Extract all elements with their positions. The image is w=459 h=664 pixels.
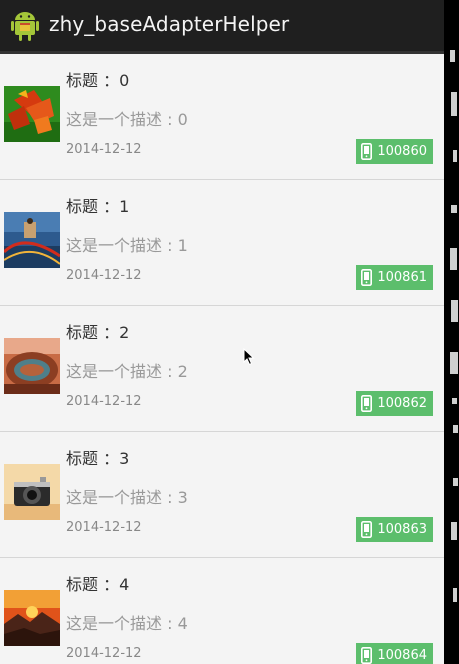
list-item[interactable]: 标题 ：1 这是一个描述 : 1 2014-12-12 100861: [0, 180, 444, 306]
thumbnail-image: [4, 590, 60, 646]
item-date: 2014-12-12: [66, 394, 142, 409]
item-description: 这是一个描述 : 0: [66, 110, 188, 129]
action-bar: zhy_baseAdapterHelper: [0, 0, 444, 54]
item-title: 标题 ：0: [66, 71, 130, 90]
phone-icon: [361, 647, 373, 664]
phone-icon: [361, 395, 373, 412]
thumbnail-image: [4, 86, 60, 142]
thumbnail-image: [4, 338, 60, 394]
item-title: 标题 ：2: [66, 323, 130, 342]
phone-number: 100863: [377, 522, 427, 537]
list-item[interactable]: 标题 ：3 这是一个描述 : 3 2014-12-12 100863: [0, 432, 444, 558]
phone-icon: [361, 521, 373, 538]
app-title: zhy_baseAdapterHelper: [49, 12, 290, 36]
phone-button[interactable]: 100861: [356, 265, 433, 290]
item-date: 2014-12-12: [66, 142, 142, 157]
item-date: 2014-12-12: [66, 268, 142, 283]
phone-icon: [361, 269, 373, 286]
list-item[interactable]: 标题 ：0 这是一个描述 : 0 2014-12-12 100860: [0, 54, 444, 180]
item-title: 标题 ：1: [66, 197, 130, 216]
phone-button[interactable]: 100864: [356, 643, 433, 664]
item-list[interactable]: 标题 ：0 这是一个描述 : 0 2014-12-12 100860 标题 ：1…: [0, 54, 444, 664]
phone-button[interactable]: 100862: [356, 391, 433, 416]
thumbnail-image: [4, 212, 60, 268]
item-title: 标题 ：4: [66, 575, 130, 594]
phone-number: 100861: [377, 270, 427, 285]
phone-icon: [361, 143, 373, 160]
item-description: 这是一个描述 : 1: [66, 236, 188, 255]
mouse-cursor-icon: [243, 348, 255, 366]
phone-number: 100864: [377, 648, 427, 663]
side-panel-edge: [444, 0, 459, 664]
item-title: 标题 ：3: [66, 449, 130, 468]
phone-number: 100860: [377, 144, 427, 159]
phone-button[interactable]: 100860: [356, 139, 433, 164]
list-item[interactable]: 标题 ：2 这是一个描述 : 2 2014-12-12 100862: [0, 306, 444, 432]
item-description: 这是一个描述 : 2: [66, 362, 188, 381]
item-description: 这是一个描述 : 3: [66, 488, 188, 507]
item-date: 2014-12-12: [66, 520, 142, 535]
phone-number: 100862: [377, 396, 427, 411]
thumbnail-image: [4, 464, 60, 520]
item-date: 2014-12-12: [66, 646, 142, 661]
item-description: 这是一个描述 : 4: [66, 614, 188, 633]
app-window: zhy_baseAdapterHelper 标题 ：0 这是一个描述 : 0 2…: [0, 0, 444, 664]
android-icon[interactable]: [10, 10, 40, 42]
phone-button[interactable]: 100863: [356, 517, 433, 542]
list-item[interactable]: 标题 ：4 这是一个描述 : 4 2014-12-12 100864: [0, 558, 444, 664]
